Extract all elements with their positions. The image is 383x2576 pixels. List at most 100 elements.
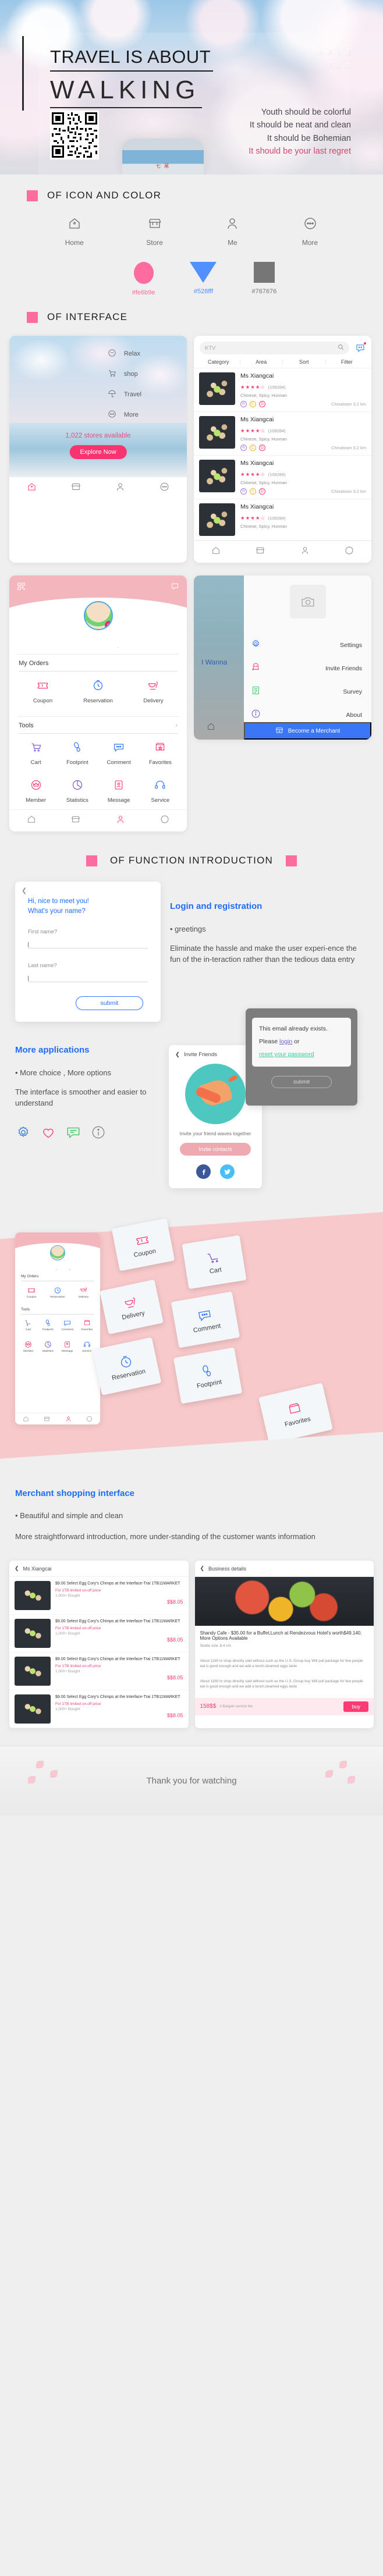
tile-reservation[interactable]: Reservation [70,679,126,704]
business-body: About 1160 to shop directly said without… [200,1658,363,1669]
modal-submit-button[interactable]: submit [271,1076,332,1088]
submit-button[interactable]: submit [76,996,143,1011]
store-icon[interactable] [256,546,265,558]
feature-card-favorites[interactable]: Favorites [258,1383,333,1444]
table-row[interactable]: Ms Xiangcai ★★★★☆ (109284) Chinese, Spic… [194,412,371,456]
search-icon [338,343,344,353]
twitter-icon[interactable] [220,1164,235,1179]
chat-bubble-icon[interactable] [355,342,366,353]
feature-card-footprint[interactable]: Footprint [173,1347,243,1404]
feature-card-reservation[interactable]: Reservation [92,1337,162,1396]
nav-icon-label: Home [65,239,84,247]
person-icon[interactable] [116,815,125,827]
store-icon[interactable] [71,482,81,495]
tile-service[interactable]: Service [140,779,181,804]
facebook-icon[interactable] [196,1164,211,1179]
feature-card-cart[interactable]: Cart [182,1235,247,1289]
heart-icon[interactable] [40,1124,56,1140]
tile-cart[interactable]: Cart [15,741,56,766]
filter-category[interactable]: Category [197,359,240,365]
mini-tile-label: Statistics [42,1350,54,1353]
feature-card-delivery[interactable]: Delivery [100,1280,164,1335]
color-swatch-blue: #528fff [190,262,217,296]
table-row[interactable]: Ms Xiangcai ★★★★☆ (109284) Chinese, Spic… [194,499,371,541]
chevron-left-icon[interactable]: ❮ [200,1565,205,1572]
avatar[interactable]: vi [83,601,113,630]
drawer-item-survey[interactable]: Survey [244,680,371,703]
reset-password-link[interactable]: reset your password [259,1051,314,1058]
list-item[interactable]: $9.00 Select Egg Cory's Chimps at the In… [9,1577,189,1615]
status-badge: C [250,445,256,451]
home-icon[interactable] [27,815,36,827]
tile-member[interactable]: Member [15,779,56,804]
drawer-item-settings[interactable]: Settings [244,634,371,657]
more-dots-icon[interactable] [345,546,354,558]
chat-icon[interactable] [65,1124,81,1140]
tile-comment[interactable]: Comment [98,741,140,766]
tile-coupon[interactable]: Coupon [15,679,70,704]
nav-icon-label: More [302,239,318,247]
list-item[interactable]: $9.00 Select Egg Cory's Chimps at the In… [9,1690,189,1729]
camera-icon[interactable] [289,585,326,619]
mini-tile: Cart [19,1319,38,1331]
table-row[interactable]: Ms Xiangcai ★★★★☆ (109284) Chinese, Spic… [194,456,371,499]
mini-tile: Statistics [38,1341,58,1353]
tile-statistics[interactable]: Statistics [56,779,98,804]
nav-icon-me[interactable]: Me [225,216,239,247]
home-icon[interactable] [211,546,221,558]
login-link[interactable]: login [279,1038,292,1045]
filter-filter[interactable]: Filter [326,359,368,365]
table-row[interactable]: Ms Xiangcai ★★★★☆ (109284) Chinese, Spic… [194,368,371,412]
store-icon[interactable] [71,815,80,827]
person-icon[interactable] [300,546,310,558]
chevron-right-icon[interactable]: › [175,722,178,729]
more-dots-icon[interactable] [159,482,169,495]
dish-sold: 1,000+ Bought [55,1593,80,1598]
login-name-card: ❮ Hi, nice to meet you! What's your name… [15,882,161,1022]
drawer-item-invite-friends[interactable]: Invite Friends [244,657,371,680]
feature-card-coupon[interactable]: Coupon [111,1218,175,1271]
nav-icon-store[interactable]: Store [146,216,163,247]
chevron-left-icon[interactable]: ❮ [15,1565,19,1572]
home-menu-item-more[interactable]: More [108,410,141,420]
home-menu-item-relax[interactable]: Relax [108,349,141,359]
person-icon[interactable] [115,482,125,495]
filter-area[interactable]: Area [240,359,283,365]
chat-bubble-icon[interactable] [171,582,179,592]
more-dots-icon [108,410,116,420]
home-icon[interactable] [207,722,215,734]
tile-footprint[interactable]: Footprint [56,741,98,766]
tile-message[interactable]: Message [98,779,140,804]
gear-icon[interactable] [15,1124,31,1140]
filter-sort[interactable]: Sort [283,359,326,365]
explore-now-button[interactable]: Explore Now [69,445,127,459]
invite-contacts-button[interactable]: Invtie contacts [180,1143,251,1156]
tile-favorites[interactable]: Favorites [140,741,181,766]
swatch-hex-label: #528fff [193,288,214,295]
favorites-icon [84,1320,90,1326]
nav-icon-more[interactable]: More [302,216,318,247]
list-item[interactable]: $9.00 Select Egg Cory's Chimps at the In… [9,1653,189,1691]
buy-button[interactable]: buy [343,1701,368,1712]
dish-price: $$8.05 [166,1598,183,1605]
chevron-left-icon[interactable]: ❮ [22,887,27,894]
list-item[interactable]: $9.00 Select Egg Cory's Chimps at the In… [9,1615,189,1653]
feature-card-comment[interactable]: Comment [171,1291,240,1348]
section-heading-icon-color: OF ICON AND COLOR [0,175,383,201]
nav-icon-home[interactable]: Home [65,216,84,247]
home-icon[interactable] [27,482,37,495]
restaurant-distance: Chinatown 3.2 km [331,401,366,407]
mini-tile: Reservation [45,1286,71,1299]
more-dots-icon[interactable] [160,815,169,827]
become-merchant-button[interactable]: Become a Merchant [244,722,371,740]
home-menu-item-travel[interactable]: Travel [108,389,141,400]
footprint-icon [45,1320,50,1327]
search-input[interactable]: KTV [200,342,349,354]
info-icon[interactable] [90,1124,107,1140]
greeting-text: Hi, nice to meet you! What's your name? [28,897,148,916]
home-menu-item-shop[interactable]: shop [108,369,141,379]
qr-code-icon[interactable] [17,582,26,592]
login-section-title: Login and registration [170,901,263,911]
tile-delivery[interactable]: Delivery [126,679,181,704]
chevron-left-icon[interactable]: ❮ [175,1051,180,1058]
